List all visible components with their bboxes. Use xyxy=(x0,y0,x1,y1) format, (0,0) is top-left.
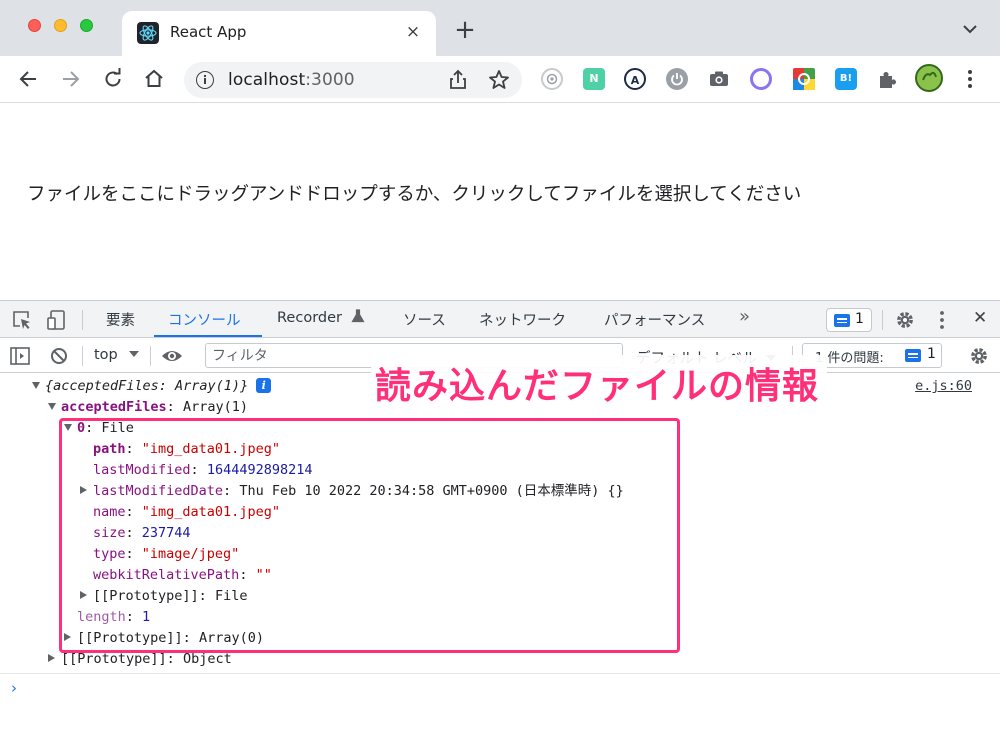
extension-camera-icon[interactable] xyxy=(708,68,730,90)
tab-network[interactable]: ネットワーク xyxy=(479,309,566,330)
new-tab-button[interactable]: + xyxy=(452,17,478,43)
expand-arrow-icon[interactable] xyxy=(32,382,40,389)
tree-prop-webkit-relative-path: webkitRelativePath: "" xyxy=(93,567,272,583)
prompt-chevron-icon: › xyxy=(11,679,17,697)
more-tabs-icon[interactable]: » xyxy=(739,306,750,327)
kebab-menu-icon[interactable] xyxy=(934,309,950,331)
extension-ring-icon[interactable] xyxy=(750,68,772,90)
expand-arrow-icon[interactable] xyxy=(64,633,71,641)
window-close-button[interactable] xyxy=(28,19,41,32)
inspect-element-icon[interactable] xyxy=(11,309,33,331)
source-link[interactable]: e.js:60 xyxy=(915,376,972,397)
settings-gear-icon[interactable] xyxy=(894,309,916,331)
back-arrow-icon[interactable] xyxy=(16,66,42,92)
tree-prop-type: type: "image/jpeg" xyxy=(93,546,240,562)
toolbar-divider xyxy=(82,346,83,366)
console-settings-gear-icon[interactable] xyxy=(968,345,990,367)
expand-arrow-icon[interactable] xyxy=(80,591,87,599)
toolbar-divider xyxy=(882,310,883,330)
tree-prop-path: path: "img_data01.jpeg" xyxy=(93,441,280,457)
dropzone-text[interactable]: ファイルをここにドラッグアンドドロップするか、クリックしてファイルを選択してくだ… xyxy=(27,180,801,206)
eye-icon[interactable] xyxy=(160,345,184,367)
url-text: localhost:3000 xyxy=(228,70,355,90)
bookmark-star-icon[interactable] xyxy=(487,68,511,92)
profile-avatar[interactable] xyxy=(915,64,943,92)
tree-prop-size: size: 237744 xyxy=(93,525,191,541)
message-icon xyxy=(834,314,850,327)
tab-elements[interactable]: 要素 xyxy=(106,309,135,330)
browser-toolbar: localhost:3000 N A B! xyxy=(0,56,1000,103)
tree-node-accepted-files[interactable]: acceptedFiles: Array(1) xyxy=(48,397,248,418)
tree-prop-name: name: "img_data01.jpeg" xyxy=(93,504,280,520)
extension-n-icon[interactable]: N xyxy=(583,68,605,90)
react-icon xyxy=(137,22,159,44)
expand-arrow-icon[interactable] xyxy=(80,486,87,494)
info-icon[interactable]: i xyxy=(256,378,272,393)
message-icon xyxy=(905,349,921,362)
expand-arrow-icon[interactable] xyxy=(64,424,72,431)
tree-prop-prototype-object[interactable]: [[Prototype]]: Object xyxy=(48,649,232,670)
close-devtools-icon[interactable]: ✕ xyxy=(973,308,987,328)
window-minimize-button[interactable] xyxy=(54,19,67,32)
extension-color-icon[interactable] xyxy=(793,68,815,90)
reload-icon[interactable] xyxy=(100,66,126,92)
console-output: {acceptedFiles: Array(1)} i e.js:60 accep… xyxy=(0,373,1000,729)
dropdown-arrow-icon xyxy=(129,351,140,357)
tree-node-file-0[interactable]: 0: File xyxy=(64,418,134,439)
tab-title: React App xyxy=(170,23,247,41)
toolbar-divider xyxy=(82,310,83,330)
home-icon[interactable] xyxy=(141,66,167,92)
context-select[interactable]: top xyxy=(94,347,140,363)
tree-prop-prototype-file[interactable]: [[Prototype]]: File xyxy=(80,586,247,607)
tab-sources[interactable]: ソース xyxy=(403,309,446,330)
info-icon[interactable] xyxy=(196,71,214,89)
tree-prop-length: length: 1 xyxy=(77,609,151,625)
devtools-tabbar: 要素 コンソール Recorder ソース ネットワーク パフォーマンス » 1… xyxy=(0,301,1000,338)
flask-icon xyxy=(351,309,365,323)
forward-arrow-icon[interactable] xyxy=(57,66,83,92)
tree-prop-last-modified-date[interactable]: lastModifiedDate: Thu Feb 10 2022 20:34:… xyxy=(80,481,624,502)
clear-console-icon[interactable] xyxy=(48,345,70,367)
expand-arrow-icon[interactable] xyxy=(48,654,55,662)
address-bar[interactable]: localhost:3000 xyxy=(184,62,522,98)
window-zoom-button[interactable] xyxy=(80,19,93,32)
extension-power-icon[interactable] xyxy=(666,68,688,90)
tab-console[interactable]: コンソール xyxy=(168,309,241,330)
tab-close-icon[interactable]: × xyxy=(402,20,424,44)
extension-target-icon[interactable] xyxy=(541,68,563,90)
tab-strip: React App × + xyxy=(0,0,1000,56)
extensions-puzzle-icon[interactable] xyxy=(876,68,898,90)
sidebar-toggle-icon[interactable] xyxy=(9,345,31,367)
tree-prop-prototype-array[interactable]: [[Prototype]]: Array(0) xyxy=(64,628,264,649)
chevron-down-icon[interactable] xyxy=(960,22,980,38)
extension-hatena-icon[interactable]: B! xyxy=(835,68,857,90)
toolbar-divider xyxy=(150,346,151,366)
browser-menu-icon[interactable] xyxy=(960,68,980,90)
tree-prop-last-modified: lastModified: 1644492898214 xyxy=(93,462,313,478)
share-icon[interactable] xyxy=(446,68,470,92)
active-tab-indicator xyxy=(154,335,262,337)
issues-badge-button[interactable]: 1 xyxy=(826,308,872,332)
browser-tab[interactable]: React App × xyxy=(122,11,436,56)
expand-arrow-icon[interactable] xyxy=(48,403,56,410)
extension-a-icon[interactable]: A xyxy=(624,68,646,90)
console-prompt-row[interactable]: › xyxy=(0,673,1000,701)
tab-recorder[interactable]: Recorder xyxy=(277,309,365,326)
annotation-title: 読み込んだファイルの情報 xyxy=(371,355,828,413)
tab-performance[interactable]: パフォーマンス xyxy=(604,309,705,330)
device-toolbar-icon[interactable] xyxy=(46,309,68,331)
